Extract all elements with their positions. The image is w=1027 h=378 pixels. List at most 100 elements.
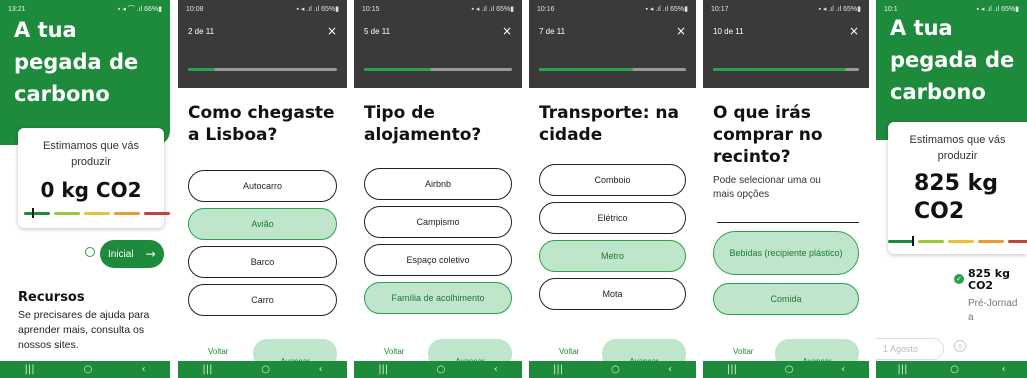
resources-text-2: aprender mais, consulta os (18, 324, 145, 336)
status-icons: ▪ ◂ .ıl .ıl 65%▮ (471, 6, 514, 13)
option-aviao[interactable]: Avião (188, 208, 337, 240)
status-icons: ▪ ◂ .ıl .ıl 65%▮ (296, 6, 339, 13)
progress-bar (364, 68, 512, 71)
status-time: 10:08 (186, 5, 204, 13)
back-button[interactable]: Voltar (559, 347, 579, 361)
option-airbnb[interactable]: Airbnb (364, 168, 512, 200)
option-comboio[interactable]: Comboio (539, 164, 686, 196)
option-mota[interactable]: Mota (539, 278, 686, 310)
recents-icon[interactable]: ||| (727, 364, 737, 375)
close-icon[interactable]: × (676, 24, 686, 38)
back-icon[interactable]: ‹ (1002, 364, 1006, 375)
status-bar: 10:08 ▪ ◂ .ıl .ıl 65%▮ (178, 0, 347, 18)
home-icon[interactable]: ○ (785, 364, 794, 375)
back-icon[interactable]: ‹ (668, 364, 672, 375)
step-counter: 10 de 11 (713, 27, 744, 36)
status-time: 13:21 (8, 5, 26, 13)
recents-icon[interactable]: ||| (25, 364, 35, 375)
home-icon[interactable]: ○ (84, 364, 93, 375)
option-label: Autocarro (242, 181, 283, 191)
back-button[interactable]: Voltar (208, 347, 228, 361)
option-label: Carro (251, 295, 274, 305)
recents-icon[interactable]: ||| (553, 364, 563, 375)
close-icon[interactable]: × (502, 24, 512, 38)
page-title-line-2: pegada de (14, 50, 139, 74)
status-bar: 10:16 ▪ ◂ .ıl .ıl 65%▮ (529, 0, 696, 18)
location-pin-icon[interactable]: ⌾ (954, 340, 966, 352)
progress-fill (713, 68, 846, 71)
back-icon[interactable]: ‹ (141, 364, 145, 375)
option-comida[interactable]: Comida (713, 283, 859, 315)
timeline-label-line-2: a (968, 312, 974, 323)
question-line-2: a Lisboa? (188, 125, 278, 145)
date-chip[interactable]: 1 Agosto (876, 338, 944, 360)
next-button[interactable]: Avançar (428, 339, 512, 361)
option-metro[interactable]: Metro (539, 240, 686, 272)
timeline-dot (85, 247, 95, 257)
status-bar: 10:15 ▪ ◂ .ıl .ıl 65%▮ (354, 0, 522, 18)
close-icon[interactable]: × (849, 24, 859, 38)
back-button[interactable]: Voltar (384, 347, 404, 361)
step-counter: 5 de 11 (364, 27, 391, 36)
co2-value-line-1: 825 kg (914, 171, 998, 196)
header-banner: 10:1 ▪ ◂ .ıl .ıl 65%▮ A tua pegada de ca… (876, 0, 1027, 140)
back-button[interactable]: Voltar (733, 347, 753, 361)
status-icons: ▪ ◂ .ıl .ıl 65%▮ (645, 6, 688, 13)
emission-scale (888, 240, 1027, 243)
inicial-button[interactable]: Inicial → (100, 240, 164, 268)
home-icon[interactable]: ○ (950, 364, 959, 375)
page-title-line-3: carbono (890, 80, 986, 104)
back-icon[interactable]: ‹ (319, 364, 323, 375)
option-familia-acolhimento[interactable]: Família de acolhimento (364, 282, 512, 314)
date-chip-label: 1 Agosto (883, 344, 919, 354)
question-title: Transporte: na cidade (539, 102, 679, 146)
status-icons: ▪ ◂ .ıl .ıl 65%▮ (818, 6, 861, 13)
next-button[interactable]: Avançar (602, 339, 686, 361)
estimate-card: Estimamos que vás produzir 825 kg CO2 (888, 122, 1027, 254)
option-bebidas[interactable]: Bebidas (recipiente plástico) (713, 231, 859, 275)
screen-question-city-transport: 10:16 ▪ ◂ .ıl .ıl 65%▮ 7 de 11 × Transpo… (529, 0, 696, 378)
option-label: Barco (250, 257, 275, 267)
option-eletrico[interactable]: Elétrico (539, 202, 686, 234)
option-label: Elétrico (597, 213, 628, 223)
next-button[interactable]: Avançar (775, 339, 859, 361)
option-espaco-coletivo[interactable]: Espaço coletivo (364, 244, 512, 276)
option-campismo[interactable]: Campismo (364, 206, 512, 238)
estimate-text-1: Estimamos que vás (43, 140, 139, 152)
scale-marker (912, 236, 914, 246)
close-icon[interactable]: × (327, 24, 337, 38)
question-sheet: O que irás comprar no recinto? Pode sele… (703, 88, 869, 361)
recents-icon[interactable]: ||| (202, 364, 212, 375)
step-counter: 7 de 11 (539, 27, 566, 36)
step-counter: 2 de 11 (188, 27, 215, 36)
home-icon[interactable]: ○ (437, 364, 446, 375)
back-icon[interactable]: ‹ (841, 364, 845, 375)
screen-home-result: 10:1 ▪ ◂ .ıl .ıl 65%▮ A tua pegada de ca… (876, 0, 1027, 378)
status-time: 10:16 (537, 5, 555, 13)
recents-icon[interactable]: ||| (378, 364, 388, 375)
progress-bar (713, 68, 859, 71)
home-icon[interactable]: ○ (261, 364, 270, 375)
option-label: Comida (770, 294, 802, 304)
estimate-text-1: Estimamos que vás (909, 134, 1006, 146)
progress-bar (188, 68, 337, 71)
screen-question-purchases: 10:17 ▪ ◂ .ıl .ıl 65%▮ 10 de 11 × O que … (703, 0, 869, 378)
question-sheet: Como chegaste a Lisboa? Autocarro Avião … (178, 88, 347, 361)
next-button[interactable]: Avançar (253, 339, 337, 361)
question-line-2: comprar no (713, 125, 823, 145)
status-bar: 10:17 ▪ ◂ .ıl .ıl 65%▮ (703, 0, 869, 18)
header-banner: 13:21 ▪ ◂ ⌒ .ıl 66%▮ A tua pegada de car… (0, 0, 170, 145)
emission-scale (24, 212, 170, 215)
progress-fill (539, 68, 634, 71)
page-title-line-1: A tua (890, 16, 953, 40)
screen-home-start: 13:21 ▪ ◂ ⌒ .ıl 66%▮ A tua pegada de car… (0, 0, 170, 378)
option-carro[interactable]: Carro (188, 284, 337, 316)
home-icon[interactable]: ○ (611, 364, 620, 375)
option-label: Metro (600, 251, 624, 261)
option-label: Bebidas (recipiente plástico) (729, 248, 843, 258)
back-icon[interactable]: ‹ (494, 364, 498, 375)
page-title-line-3: carbono (14, 82, 110, 106)
option-barco[interactable]: Barco (188, 246, 337, 278)
recents-icon[interactable]: ||| (897, 364, 907, 375)
option-autocarro[interactable]: Autocarro (188, 170, 337, 202)
